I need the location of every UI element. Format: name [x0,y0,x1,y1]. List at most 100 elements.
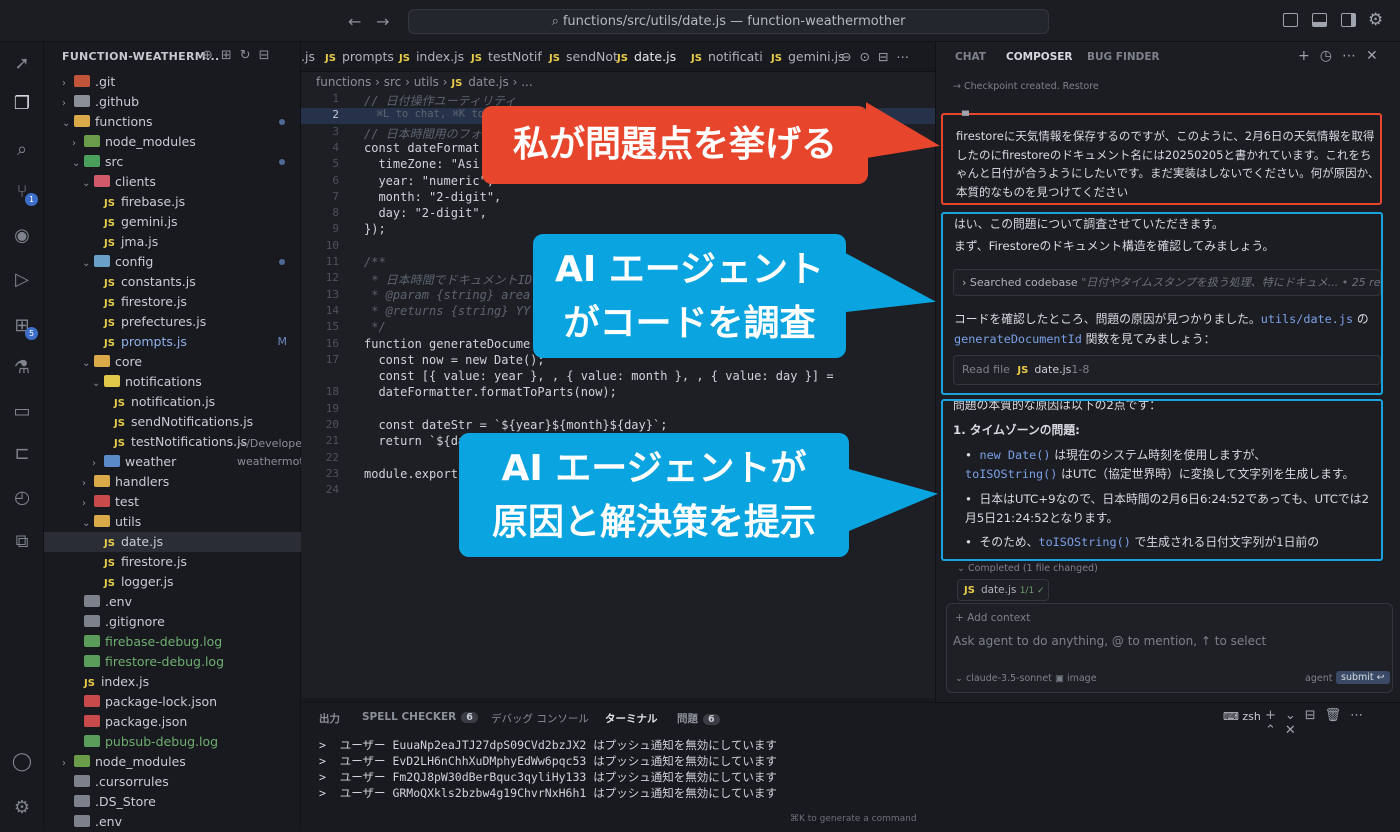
tree-item[interactable]: JS prompts.js M [44,332,301,352]
tree-item[interactable]: JS prefectures.js [44,312,301,332]
toggle-panel-icon[interactable] [1312,13,1327,27]
tree-item[interactable]: ⌄ config [44,252,301,272]
tree-item[interactable]: JS sendNotifications.js [44,412,301,432]
read-file-card[interactable]: Read file JS date.js1-8 [953,355,1381,385]
copy-icon[interactable]: ⧉ [10,530,34,554]
tab-debug-console[interactable]: デバッグ コンソール [491,711,589,726]
breadcrumb-item[interactable]: utils [414,75,439,89]
search-icon[interactable]: ⌕ [10,138,34,162]
run-debug-icon[interactable]: ▷ [10,268,34,292]
tree-item-label: notifications [125,374,202,389]
tree-item[interactable]: .env [44,592,301,612]
rocket-icon[interactable]: ➚ [10,52,34,76]
back-arrow-icon[interactable]: ← [348,12,361,31]
code-line: timeZone: "Asi [364,157,480,172]
submit-button[interactable]: submit ↩ [1336,671,1390,684]
tree-item[interactable]: .env [44,812,301,832]
tree-item[interactable]: ⌄ core [44,352,301,372]
command-center-search[interactable]: ⌕ functions/src/utils/date.js — function-… [408,9,1049,34]
tree-item[interactable]: .gitignore [44,612,301,632]
model-selector[interactable]: ⌄ claude-3.5-sonnet ▣ image [955,673,1097,684]
tree-item[interactable]: package.json [44,712,301,732]
tab-output[interactable]: 出力 [319,711,340,726]
timeline-icon[interactable]: ◴ [10,486,34,510]
tree-item[interactable]: › test [44,492,301,512]
javascript-file-icon: JS [114,398,125,409]
tree-item[interactable]: › node_modules [44,132,301,152]
settings-gear-icon[interactable]: ⚙ [1368,10,1383,30]
forward-arrow-icon[interactable]: → [376,12,389,31]
account-icon[interactable]: ◯ [10,750,34,774]
completed-file-chip[interactable]: JS date.js 1/1 ✓ [957,579,1049,601]
remote-explorer-icon[interactable]: ▭ [10,400,34,424]
extensions-icon[interactable]: ⊞ 5 [10,314,38,340]
tree-item[interactable]: ⌄ utils [44,512,301,532]
toggle-secondary-sidebar-icon[interactable] [1341,13,1356,27]
javascript-file-icon: JS [104,198,115,209]
hierarchy-icon[interactable]: ⊏ [10,442,34,466]
breadcrumb-item[interactable]: functions [316,75,371,89]
editor-tab[interactable]: JS gemini.js [771,42,845,71]
tree-item[interactable]: JS firebase.js [44,192,301,212]
tree-item[interactable]: firebase-debug.log [44,632,301,652]
tree-item[interactable]: ⌄ functions [44,112,301,132]
tree-item-label: pubsub-debug.log [105,734,219,749]
source-control-icon[interactable]: ⑂ 1 [10,180,38,206]
toggle-sidebar-icon[interactable] [1283,13,1298,27]
tree-item[interactable]: ⌄ clients [44,172,301,192]
terminal-actions-icon[interactable]: +⌄⊟🗑⋯⌃✕ [1265,708,1400,738]
tree-item[interactable]: .cursorrules [44,772,301,792]
add-context-button[interactable]: + Add context [955,612,1030,624]
tree-item[interactable]: firestore-debug.log [44,652,301,672]
searched-codebase-card[interactable]: › Searched codebase "日付やタイムスタンプを扱う処理、特にド… [953,269,1381,296]
tab-problems[interactable]: 問題 6 [677,711,720,726]
tab-spell-checker[interactable]: SPELL CHECKER 6 [362,711,478,723]
tree-item[interactable]: .DS_Store [44,792,301,812]
editor-tab[interactable]: .js [301,42,315,71]
tree-item[interactable]: JS constants.js [44,272,301,292]
tree-item[interactable]: › .git [44,72,301,92]
tree-item[interactable]: ⌄ src [44,152,301,172]
tree-item[interactable]: JS logger.js [44,572,301,592]
tree-item[interactable]: package-lock.json [44,692,301,712]
tab-chat[interactable]: CHAT [955,51,986,63]
tree-item[interactable]: JS jma.js [44,232,301,252]
code-line: year: "numeric", [364,173,495,188]
breadcrumb-item[interactable]: date.js [468,75,508,89]
explorer-actions-icon[interactable]: ⊕⊞↻⊟ [202,48,278,63]
manage-gear-icon[interactable]: ⚙ [10,796,34,820]
tree-item[interactable]: › .github [44,92,301,112]
tree-item[interactable]: › handlers [44,472,301,492]
tree-item[interactable]: JS notification.js [44,392,301,412]
chevron-icon: › [62,98,66,109]
tree-item[interactable]: ⌄ notifications [44,372,301,392]
panel-actions-icon[interactable]: +◷⋯✕ [1298,48,1388,64]
tab-bug-finder[interactable]: BUG FINDER [1087,51,1160,63]
editor-tab[interactable]: JS index.js [399,42,464,71]
tree-item[interactable]: JS firestore.js [44,552,301,572]
editor-tab[interactable]: JS testNotif [471,42,542,71]
tree-item[interactable]: JS date.js [44,532,301,552]
terminal-shell-label[interactable]: ⌨ zsh [1223,710,1261,723]
github-icon[interactable]: ◉ [10,224,34,248]
editor-tab[interactable]: JS sendNot [549,42,618,71]
editor-tab[interactable]: JS notificati [691,42,763,71]
prompt-input[interactable]: Ask agent to do anything, @ to mention, … [953,634,1266,648]
tree-item[interactable]: JS index.js [44,672,301,692]
line-number: 9 [332,222,339,236]
tab-terminal[interactable]: ターミナル [605,711,658,726]
editor-actions-icon[interactable]: ⊖⊙⊟⋯ [841,42,917,71]
breadcrumb-item[interactable]: ... [521,75,532,89]
mode-label[interactable]: agent [1305,673,1332,684]
tree-item[interactable]: JS gemini.js [44,212,301,232]
composer-input-box[interactable]: + Add context Ask agent to do anything, … [946,603,1393,693]
breadcrumb-item[interactable]: src [384,75,402,89]
tab-composer[interactable]: COMPOSER [1006,51,1073,63]
explorer-files-icon[interactable]: ❐ [10,92,34,116]
editor-tab[interactable]: JS prompts [325,42,394,71]
tree-item[interactable]: JS firestore.js [44,292,301,312]
tree-item[interactable]: pubsub-debug.log [44,732,301,752]
tree-item[interactable]: › node_modules [44,752,301,772]
flask-icon[interactable]: ⚗ [10,356,34,380]
editor-tab[interactable]: JS date.js [617,42,676,71]
